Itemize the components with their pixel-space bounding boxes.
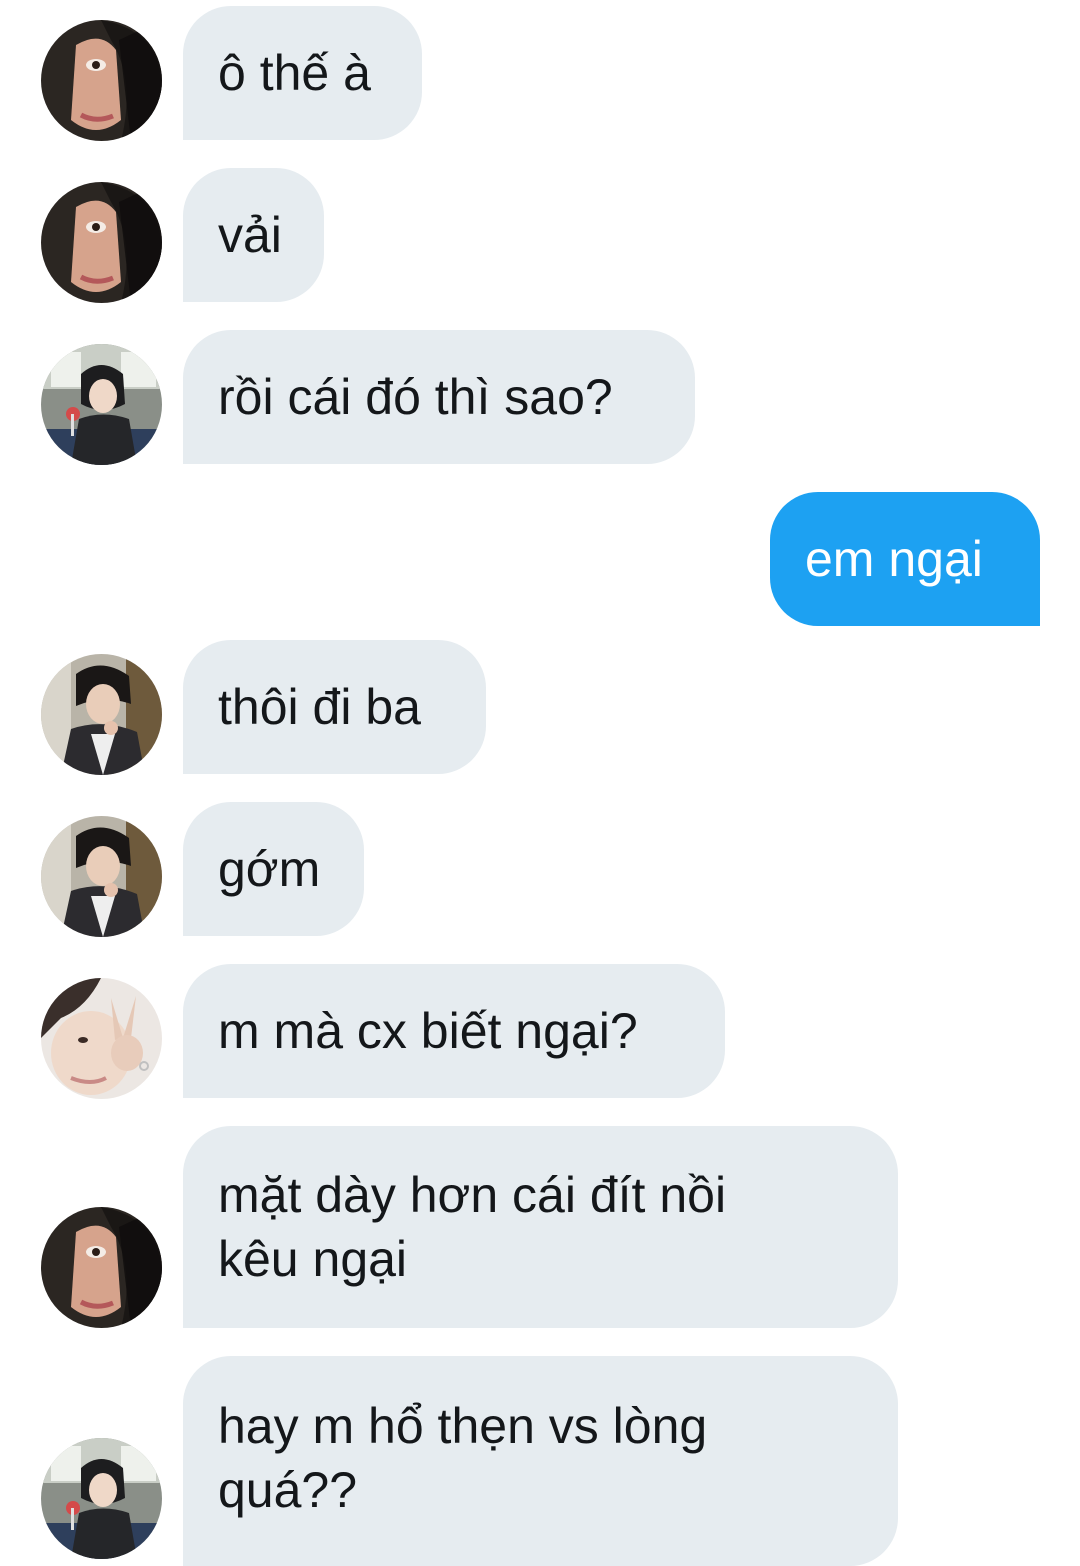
message-bubble[interactable]: mặt dày hơn cái đít nồi kêu ngại [183, 1126, 898, 1328]
avatar-hooded[interactable] [41, 20, 162, 141]
message-text: em ngại [805, 531, 983, 587]
message-text-line-2: kêu ngại [218, 1231, 408, 1287]
message-bubble[interactable]: rồi cái đó thì sao? [183, 330, 695, 464]
message-bubble[interactable]: m mà cx biết ngại? [183, 964, 725, 1098]
message-bubble[interactable]: hay m hổ thẹn vs lòng quá?? [183, 1356, 898, 1566]
message-bubble[interactable]: vải [183, 168, 324, 302]
message-text: rồi cái đó thì sao? [218, 369, 613, 425]
message-bubble-outgoing[interactable]: em ngại [770, 492, 1040, 626]
message-text-line-1: hay m hổ thẹn vs lòng [218, 1398, 708, 1454]
message-text: thôi đi ba [218, 679, 421, 735]
avatar-peace[interactable] [41, 978, 162, 1099]
message-bubble[interactable]: ô thế à [183, 6, 422, 140]
message-text: gớm [218, 841, 321, 897]
message-bubble[interactable]: thôi đi ba [183, 640, 486, 774]
avatar-hooded[interactable] [41, 1207, 162, 1328]
message-text: ô thế à [218, 45, 371, 101]
message-text: vải [218, 207, 282, 263]
message-text-line-1: mặt dày hơn cái đít nồi [218, 1167, 727, 1223]
message-text-line-2: quá?? [218, 1462, 358, 1518]
avatar-hooded[interactable] [41, 182, 162, 303]
avatar-jacket[interactable] [41, 654, 162, 775]
avatar-jacket[interactable] [41, 816, 162, 937]
message-text: m mà cx biết ngại? [218, 1003, 638, 1059]
message-bubble[interactable]: gớm [183, 802, 364, 936]
avatar-bus[interactable] [41, 344, 162, 465]
avatar-bus[interactable] [41, 1438, 162, 1559]
